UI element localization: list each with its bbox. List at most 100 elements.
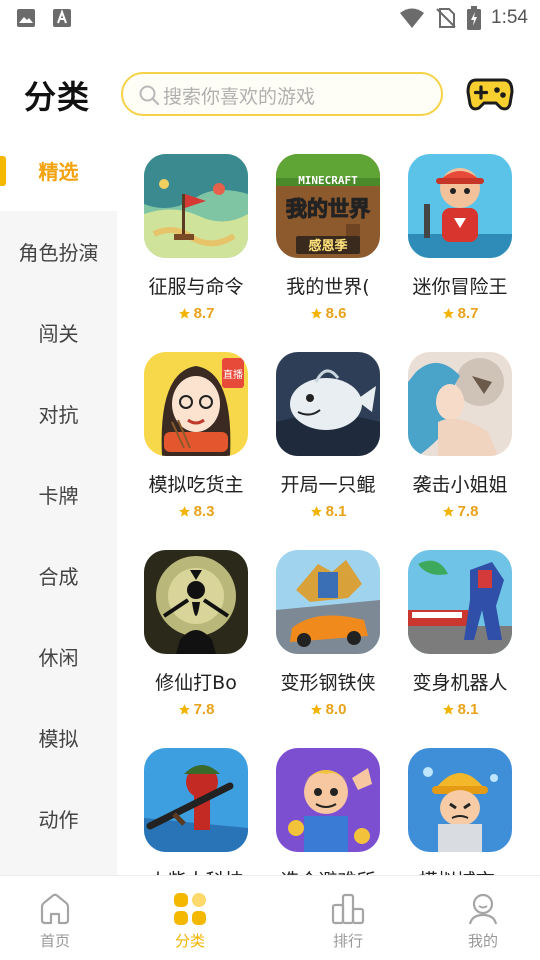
sidebar-item-levels[interactable]: 闯关: [0, 292, 117, 373]
game-name: 我的世界(: [286, 276, 370, 298]
sidebar-item-label: 对抗: [38, 403, 79, 427]
game-card[interactable]: 造个避难所: [268, 724, 388, 875]
header: 分类 搜索你喜欢的游戏: [0, 66, 540, 126]
nav-label: 首页: [39, 932, 70, 950]
search-input[interactable]: 搜索你喜欢的游戏: [121, 72, 443, 116]
sidebar-item-casual[interactable]: 休闲: [0, 616, 117, 697]
game-card[interactable]: MINECRAFT 我的世界 感恩季 我的世界( 8.6: [268, 130, 388, 322]
minecraft-title: 我的世界: [286, 197, 370, 221]
sidebar-item-label: 合成: [38, 565, 79, 589]
game-rating: 8.1: [268, 503, 388, 520]
sidebar-item-label: 精选: [38, 160, 79, 184]
category-icon: [174, 893, 206, 925]
star-icon: [310, 308, 322, 319]
game-icon-foodie: 直播: [144, 352, 248, 456]
profile-icon: [468, 893, 498, 925]
game-rating: 8.7: [136, 305, 256, 322]
game-grid: 征服与命令 8.7 MINECRAFT 我的世界 感恩季 我的世界( 8.6 迷…: [117, 130, 540, 875]
game-icon-kun: [276, 352, 380, 456]
sidebar-item-label: 动作: [38, 808, 79, 832]
game-icon-stickman: [144, 748, 248, 852]
star-icon: [442, 506, 454, 517]
game-name: 火柴人科技: [130, 866, 262, 875]
sidebar-item-versus[interactable]: 对抗: [0, 373, 117, 454]
game-name: 修仙打Bo: [155, 672, 237, 694]
rating-value: 8.0: [325, 701, 347, 718]
sidebar-item-label: 模拟: [38, 727, 79, 751]
bottom-nav: 首页 分类 排行 我的: [0, 875, 540, 960]
sidebar-item-featured[interactable]: 精选: [0, 130, 117, 211]
sidebar-item-label: 卡牌: [38, 484, 79, 508]
game-icon-sim-city: [408, 748, 512, 852]
rating-value: 7.8: [193, 701, 215, 718]
game-icon-ambush-girl: [408, 352, 512, 456]
game-icon-cultivation-boss: [144, 550, 248, 654]
sidebar-item-roleplay[interactable]: 角色扮演: [0, 211, 117, 292]
game-card[interactable]: 模拟城市:: [400, 724, 520, 875]
rating-value: 8.1: [457, 701, 479, 718]
nav-home[interactable]: 首页: [0, 876, 110, 960]
rating-value: 8.7: [193, 305, 215, 322]
game-card[interactable]: 征服与命令 8.7: [136, 130, 256, 322]
no-sim-icon: [436, 8, 456, 28]
nav-ranking[interactable]: 排行: [293, 876, 403, 960]
game-card[interactable]: 袭击小姐姐 7.8: [400, 328, 520, 520]
star-icon: [178, 506, 190, 517]
game-card[interactable]: 变形钢铁侠 8.0: [268, 526, 388, 718]
nav-profile[interactable]: 我的: [428, 876, 538, 960]
ranking-icon: [331, 893, 365, 925]
star-icon: [178, 704, 190, 715]
game-card[interactable]: 变身机器人 8.1: [400, 526, 520, 718]
game-rating: 8.1: [400, 701, 520, 718]
game-rating: 7.8: [136, 701, 256, 718]
nav-label: 分类: [174, 932, 205, 950]
gamepad-icon[interactable]: [466, 74, 514, 114]
game-card[interactable]: 火柴人科技: [136, 724, 256, 875]
game-name: 模拟城市:: [394, 866, 526, 875]
game-rating: 7.8: [400, 503, 520, 520]
game-card[interactable]: 开局一只鲲 8.1: [268, 328, 388, 520]
game-name: 开局一只鲲: [280, 474, 376, 496]
battery-charging-icon: [467, 6, 482, 30]
game-name: 迷你冒险王: [412, 276, 508, 298]
search-placeholder: 搜索你喜欢的游戏: [163, 86, 316, 108]
sidebar-item-merge[interactable]: 合成: [0, 535, 117, 616]
minecraft-logo: MINECRAFT: [298, 174, 358, 187]
nav-category[interactable]: 分类: [135, 876, 245, 960]
star-icon: [178, 308, 190, 319]
status-bar: 1:54: [0, 0, 540, 36]
game-icon-mini-adventure: [408, 154, 512, 258]
active-indicator: [0, 156, 6, 186]
sidebar-item-simulation[interactable]: 模拟: [0, 697, 117, 778]
sidebar-item-label: 闯关: [38, 322, 79, 346]
sidebar-item-label: 角色扮演: [18, 241, 99, 265]
game-card[interactable]: 直播 模拟吃货主 8.3: [136, 328, 256, 520]
image-icon: [17, 9, 35, 27]
game-card[interactable]: 迷你冒险王 8.7: [400, 130, 520, 322]
star-icon: [310, 704, 322, 715]
search-icon: [139, 85, 160, 106]
rating-value: 8.3: [193, 503, 215, 520]
page-title: 分类: [24, 78, 91, 116]
home-icon: [40, 893, 70, 925]
game-rating: 8.3: [136, 503, 256, 520]
foodie-badge: 直播: [223, 368, 243, 381]
nav-label: 排行: [332, 932, 363, 950]
star-icon: [442, 308, 454, 319]
rating-value: 8.1: [325, 503, 347, 520]
game-rating: 8.0: [268, 701, 388, 718]
star-icon: [310, 506, 322, 517]
game-card[interactable]: 修仙打Bo 7.8: [136, 526, 256, 718]
minecraft-badge: 感恩季: [308, 238, 347, 254]
game-icon-shelter: [276, 748, 380, 852]
game-rating: 8.7: [400, 305, 520, 322]
game-icon-transform-robot: [408, 550, 512, 654]
game-icon-conquest: [144, 154, 248, 258]
rating-value: 8.6: [325, 305, 347, 322]
sidebar-item-cards[interactable]: 卡牌: [0, 454, 117, 535]
sidebar-item-action[interactable]: 动作: [0, 778, 117, 859]
rating-value: 8.7: [457, 305, 479, 322]
game-name: 变身机器人: [412, 672, 508, 694]
rating-value: 7.8: [457, 503, 479, 520]
game-name: 造个避难所: [262, 866, 394, 875]
